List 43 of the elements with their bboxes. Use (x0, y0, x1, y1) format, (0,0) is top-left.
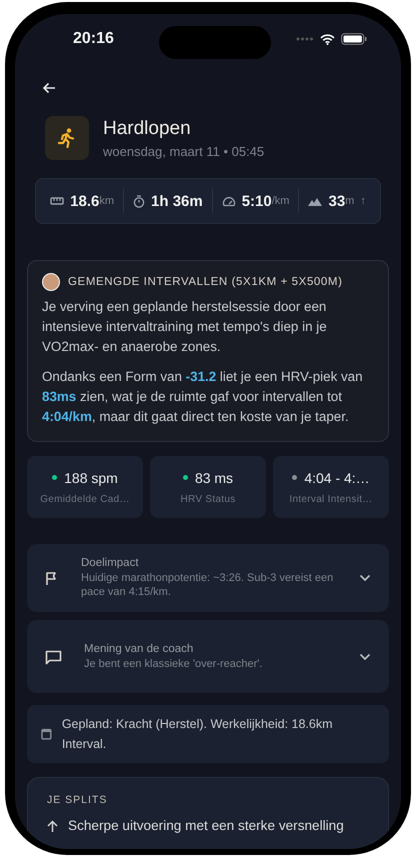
accordion-title: Mening van de coach (84, 642, 194, 654)
flag-icon (45, 570, 59, 586)
stat-unit: m (345, 195, 354, 207)
insight-title: GEMENGDE INTERVALLEN (5X1KM + 5X500M) (68, 276, 343, 288)
gauge-icon (222, 196, 236, 206)
split-item: Scherpe uitvoering met een sterke versnelling (68, 818, 344, 833)
activity-date: woensdag, maart 11 • 05:45 (103, 144, 264, 158)
metric-label: HRV Status (180, 494, 236, 504)
metric-value: 83 ms (194, 470, 234, 486)
insight-paragraph: Ondanks een Form van -31.2 liet je een HRV-piek van 83ms zien, wat je de ruimte gaf voor intervallen tot 4:04/km, maar dit gaat direct ten koste van je taper. (42, 368, 364, 426)
ruler-icon (50, 196, 64, 206)
metric-label: Interval Intensit… (289, 494, 373, 504)
mountain-icon (308, 196, 322, 206)
stopwatch-icon (133, 194, 146, 208)
plan-note: Gepland: Kracht (Herstel). Werkelijkheid: 18.6km Interval. (62, 716, 334, 753)
back-button[interactable] (41, 82, 57, 96)
stat-value: 33 (328, 192, 346, 210)
running-icon (45, 116, 89, 160)
stat-value: 5:10 (242, 192, 272, 210)
accordion-text: Je bent een klassieke 'over-reacher'. (84, 656, 264, 670)
accordion-item[interactable]: Mening van de coach Je bent een klassieke 'over-reacher'. (27, 620, 389, 693)
accordion-text: Huidige marathonpotentie: ~3:26. Sub-3 vereist een pace van 4:15/km. (81, 571, 334, 599)
accordion-item[interactable]: Doelimpact Huidige marathonpotentie: ~3:26. Sub-3 vereist een pace van 4:15/km. (27, 544, 389, 612)
stat-value: 18.6 (70, 192, 100, 210)
calendar-icon (41, 728, 52, 740)
stat-unit: /km (272, 195, 290, 207)
wifi-icon (320, 34, 335, 44)
stat-arrow: ↑ (360, 195, 366, 207)
metric-label: Gemiddelde Cad… (40, 494, 130, 504)
battery-icon (341, 33, 367, 45)
activity-title: Hardlopen (103, 118, 192, 140)
accordion-title: Doelimpact (81, 557, 140, 569)
arrow-up-icon (47, 820, 58, 832)
splits-title: JE SPLITS (47, 794, 108, 806)
metric-value: 188 spm (64, 470, 118, 486)
stat-value: 1h 36m (151, 192, 203, 210)
coach-avatar (42, 273, 60, 291)
status-time: 20:16 (73, 30, 114, 48)
signal-icon (296, 37, 314, 41)
metric-value: 4:04 - 4:… (304, 470, 370, 486)
insight-paragraph: Je verving een geplande herstelsessie door een intensieve intervaltraining met tempo's diep in je VO2max- en anaerobe zones. (42, 298, 328, 356)
chat-bubble-icon (45, 648, 62, 664)
stat-unit: km (99, 195, 114, 207)
